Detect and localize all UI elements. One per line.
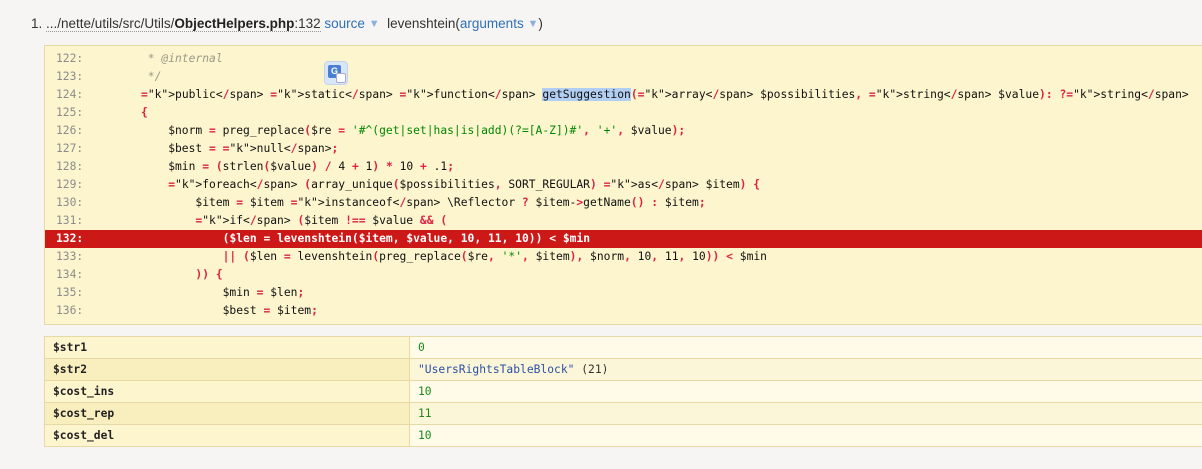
source-toggle-triangle-icon[interactable]: ▼ — [369, 18, 380, 30]
line-number: 133: — [56, 250, 84, 263]
argument-row: $cost_rep 11 — [44, 402, 1202, 425]
argument-name: $str1 — [44, 336, 410, 359]
code-text: $min = $len; — [141, 286, 305, 299]
line-number: 135: — [56, 286, 84, 299]
code-line: 129: ="k">foreach</span> (array_unique($… — [45, 176, 1202, 194]
code-text: { — [141, 106, 148, 119]
line-number: 126: — [56, 124, 84, 137]
google-translate-icon[interactable]: G — [324, 61, 348, 85]
code-text: ="k">foreach</span> (array_unique($possi… — [168, 178, 761, 191]
code-line: 127: $best = ="k">null</span>; — [45, 140, 1202, 158]
frame-file-name: ObjectHelpers.php — [174, 16, 295, 31]
code-line: 126: $norm = preg_replace($re = '#^(get|… — [45, 122, 1202, 140]
code-text: $min = (strlen($value) / 4 + 1) * 10 + .… — [141, 160, 455, 173]
arguments-table: $str1 0 $str2 "UsersRightsTableBlock" (21) $… — [44, 336, 1202, 447]
code-text: $norm = preg_replace($re = '#^(get|set|h… — [141, 124, 686, 137]
stack-frame-header: 1. .../nette/utils/src/Utils/ObjectHelpe… — [31, 16, 543, 32]
line-number: 136: — [56, 304, 84, 317]
line-number: 125: — [56, 106, 84, 119]
line-number: 131: — [56, 214, 84, 227]
code-line: 135: $min = $len; — [45, 284, 1202, 302]
code-line: 131: ="k">if</span> ($item !== $value &&… — [45, 212, 1202, 230]
code-text: $item = $item ="k">instanceof</span> \Re… — [141, 196, 706, 209]
code-line: 136: $best = $item; — [45, 302, 1202, 320]
highlighted-code-line: 132: ($len = levenshtein($item, $value, … — [45, 230, 1202, 248]
code-line: 123: */ — [45, 68, 1202, 86]
argument-row: $cost_ins 10 — [44, 380, 1202, 403]
code-line: 125: { — [45, 104, 1202, 122]
line-number: 130: — [56, 196, 84, 209]
frame-number: 1. — [31, 16, 43, 31]
string-length: (21) — [574, 363, 609, 376]
frame-file-link[interactable]: .../nette/utils/src/Utils/ObjectHelpers.… — [46, 16, 321, 32]
line-number: 127: — [56, 142, 84, 155]
code-text: )) { — [195, 268, 223, 281]
argument-value: 0 — [409, 336, 1202, 359]
argument-row: $str1 0 — [44, 336, 1202, 359]
arguments-toggle-triangle-icon[interactable]: ▼ — [527, 18, 538, 30]
argument-value: 10 — [409, 380, 1202, 403]
arguments-toggle[interactable]: arguments — [460, 16, 524, 31]
line-number: 128: — [56, 160, 84, 173]
argument-name: $str2 — [44, 358, 410, 381]
frame-path: .../nette/utils/src/Utils/ — [46, 16, 175, 31]
source-code-block: 122: * @internal 123: */124: ="k">public</… — [44, 45, 1202, 325]
code-line: 134: )) { — [45, 266, 1202, 284]
argument-name: $cost_rep — [44, 402, 410, 425]
line-number: 129: — [56, 178, 84, 191]
code-line: 133: || ($len = levenshtein(preg_replace… — [45, 248, 1202, 266]
argument-name: $cost_ins — [44, 380, 410, 403]
argument-name: $cost_del — [44, 424, 410, 447]
code-line: 130: $item = $item ="k">instanceof</span… — [45, 194, 1202, 212]
code-text: ="k">if</span> ($item !== $value && ( — [195, 214, 448, 227]
translate-a-glyph — [336, 73, 346, 83]
frame-function-close: ) — [538, 16, 543, 31]
argument-row: $str2 "UsersRightsTableBlock" (21) — [44, 358, 1202, 381]
code-text: ($len = levenshtein($item, $value, 10, 1… — [222, 232, 591, 245]
code-line: 128: $min = (strlen($value) / 4 + 1) * 1… — [45, 158, 1202, 176]
frame-function: levenshtein( — [387, 16, 460, 31]
code-text: $best = $item; — [141, 304, 318, 317]
code-line: 122: * @internal — [45, 50, 1202, 68]
line-number: 134: — [56, 268, 84, 281]
argument-value: 10 — [409, 424, 1202, 447]
line-number: 123: — [56, 70, 84, 83]
code-text: * @internal — [141, 52, 223, 65]
stack-frame-panel: 1. .../nette/utils/src/Utils/ObjectHelpe… — [0, 0, 1202, 469]
code-text: ="k">public</span> ="k">static</span> ="… — [141, 88, 1189, 101]
code-text: $best = ="k">null</span>; — [141, 142, 339, 155]
code-text: */ — [141, 70, 162, 83]
argument-value: "UsersRightsTableBlock" (21) — [409, 358, 1202, 381]
frame-line-number: :132 — [294, 16, 321, 31]
source-toggle[interactable]: source — [324, 16, 365, 31]
code-text: || ($len = levenshtein(preg_replace($re,… — [222, 250, 767, 263]
argument-value: 11 — [409, 402, 1202, 425]
code-line: 124: ="k">public</span> ="k">static</span… — [45, 86, 1202, 104]
argument-row: $cost_del 10 — [44, 424, 1202, 447]
line-number: 132: — [56, 232, 84, 245]
line-number: 124: — [56, 88, 84, 101]
line-number: 122: — [56, 52, 84, 65]
